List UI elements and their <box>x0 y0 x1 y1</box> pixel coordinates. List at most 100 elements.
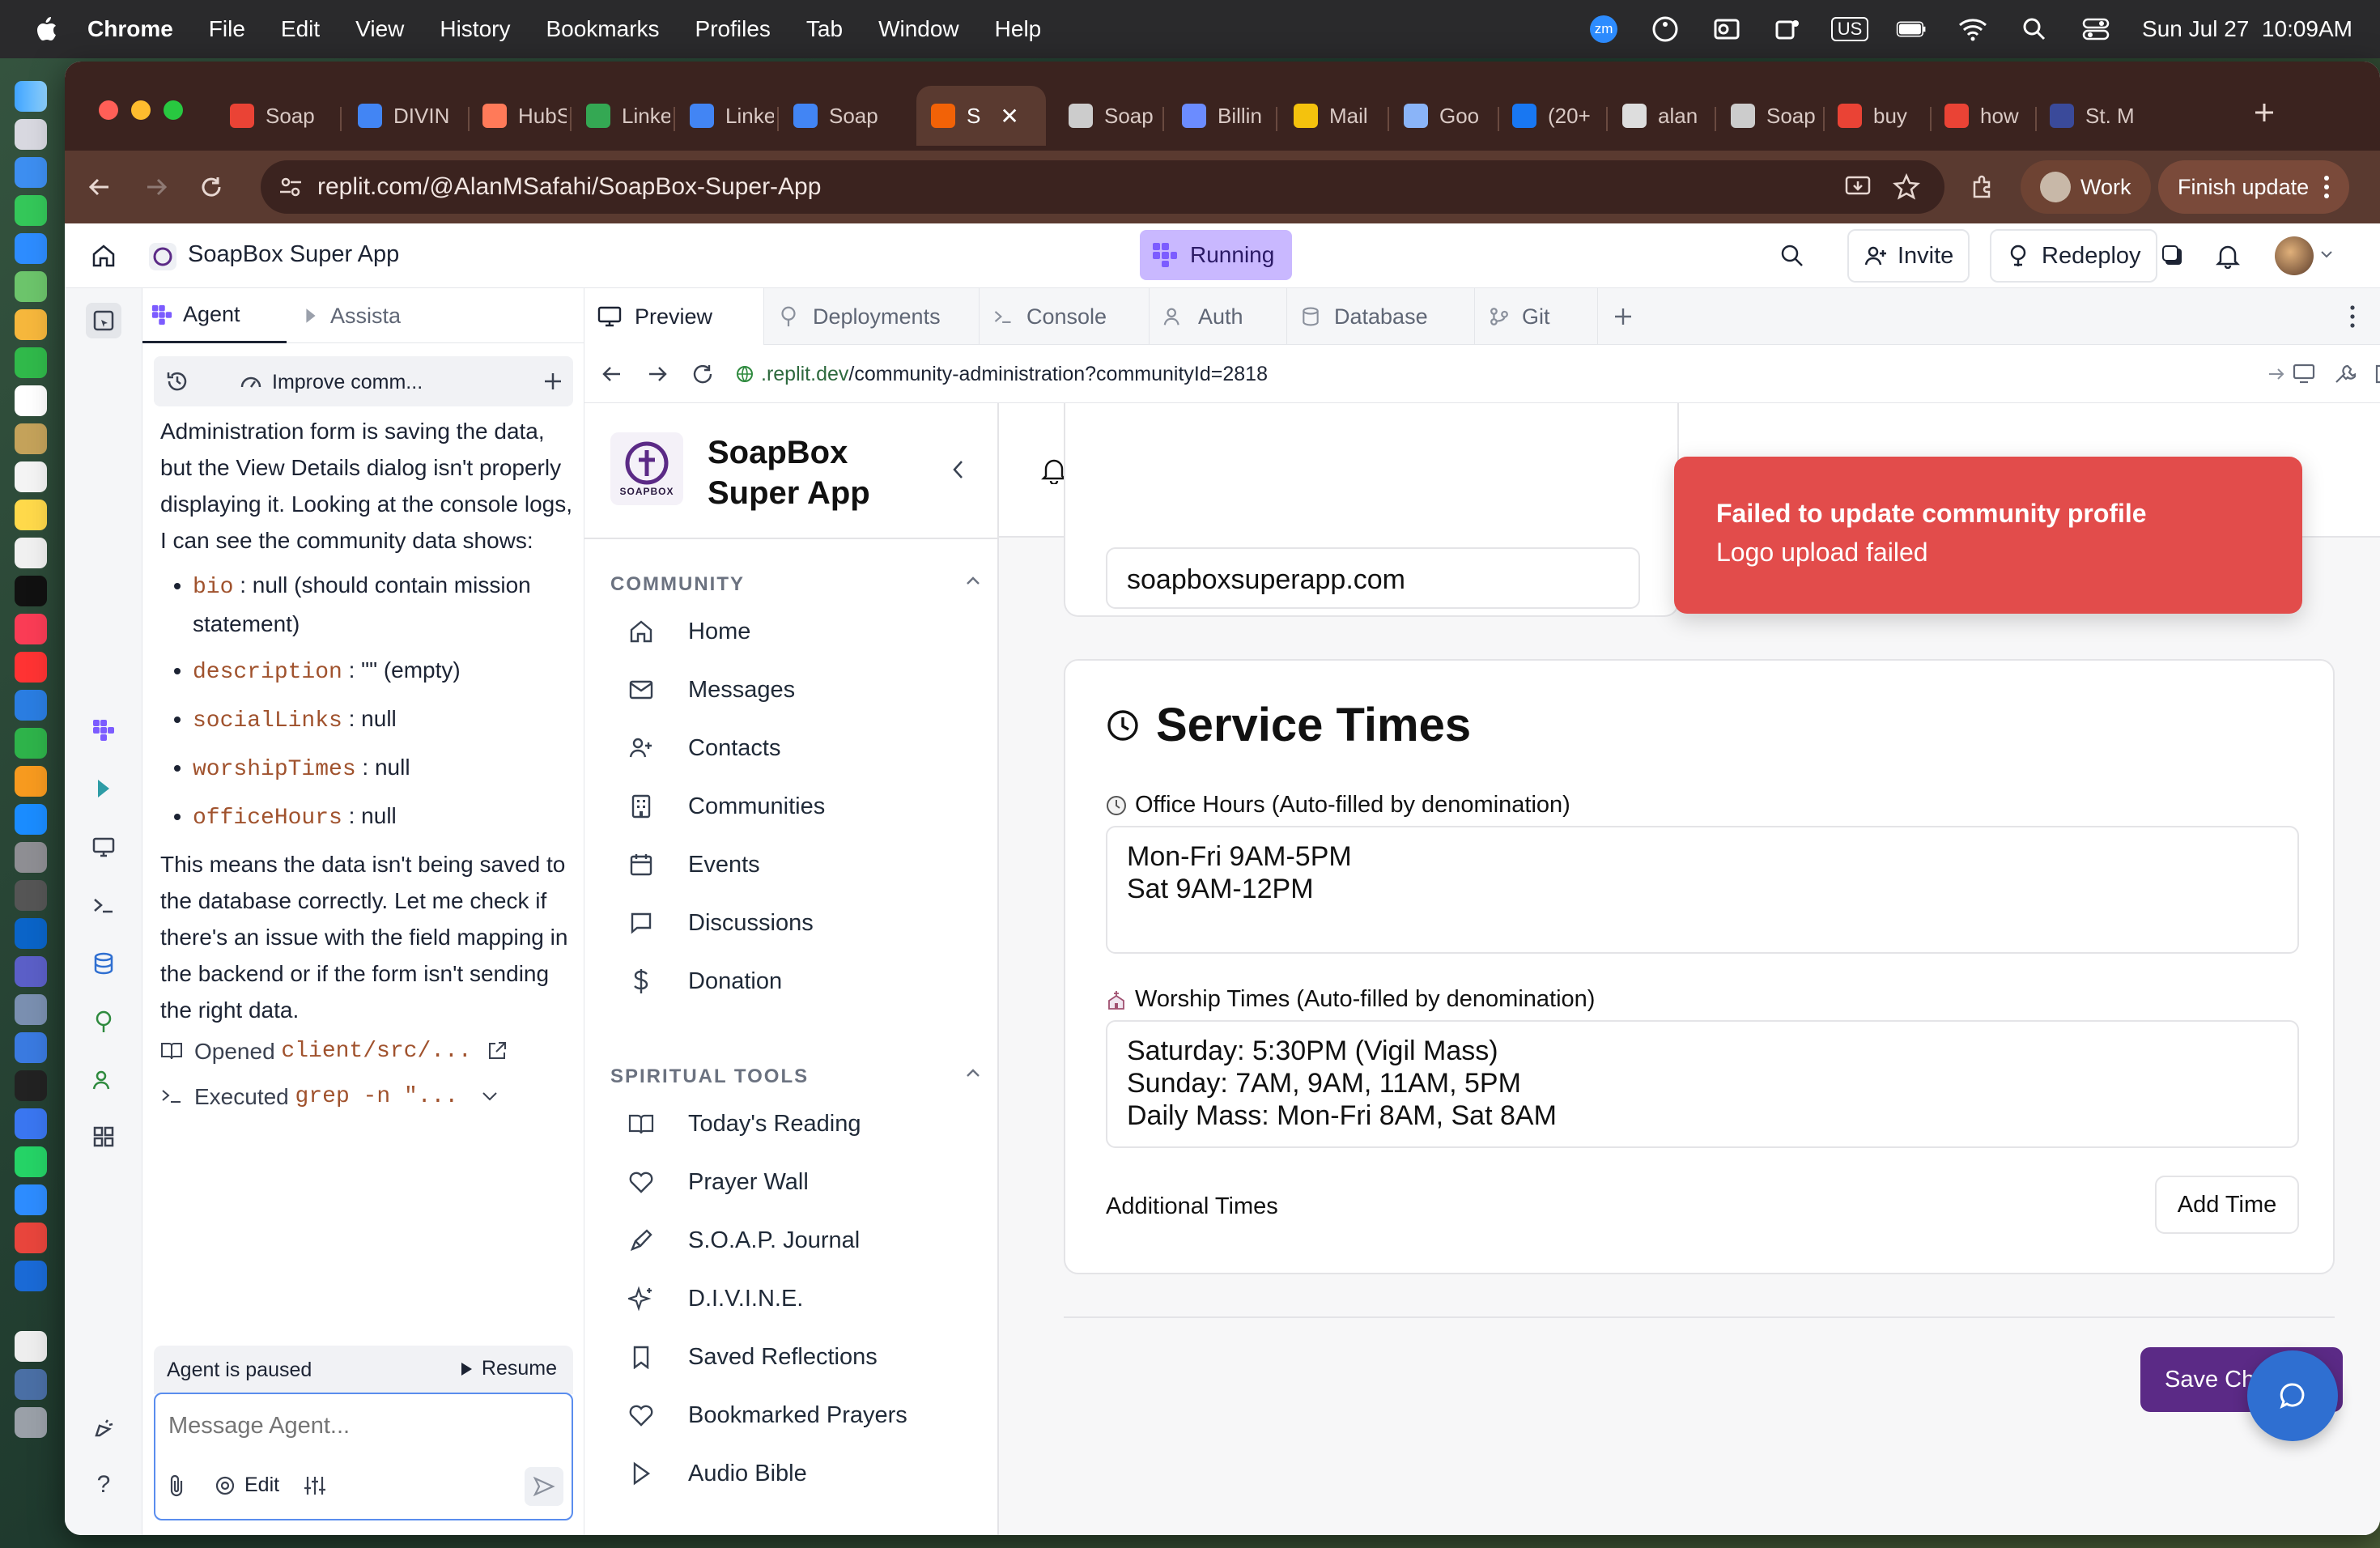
spiritual-tools-heading[interactable]: SPIRITUAL TOOLS <box>610 1065 809 1088</box>
all-tools-icon[interactable] <box>86 1119 121 1155</box>
minimize-window-button[interactable] <box>131 100 151 120</box>
tab-database[interactable]: Database <box>1287 288 1475 345</box>
battery-icon[interactable] <box>1896 14 1927 45</box>
pane-menu-icon[interactable] <box>2349 304 2356 329</box>
sidebar-item-saved-reflections[interactable]: Saved Reflections <box>627 1333 878 1381</box>
trash-icon[interactable] <box>15 1407 47 1438</box>
teams-icon[interactable] <box>15 956 47 987</box>
action-executed-command[interactable]: Executed grep -n "... <box>160 1074 573 1119</box>
preview-back-icon[interactable] <box>601 363 623 385</box>
signal-icon[interactable] <box>15 1108 47 1139</box>
browser-tab[interactable]: Soap <box>779 86 908 146</box>
sidebar-item-contacts[interactable]: Contacts <box>627 724 780 772</box>
reminders-icon[interactable] <box>15 461 47 492</box>
chat-fab-button[interactable] <box>2247 1350 2338 1441</box>
sidebar-item-todays-reading[interactable]: Today's Reading <box>627 1099 861 1148</box>
notes-app-icon[interactable] <box>15 423 47 454</box>
browser-tab[interactable]: HubS <box>468 86 567 146</box>
sidebar-item-home[interactable]: Home <box>627 607 750 656</box>
sidebar-item-prayer-wall[interactable]: Prayer Wall <box>627 1158 809 1206</box>
sidebar-item-events[interactable]: Events <box>627 840 760 889</box>
files-panel-icon[interactable] <box>86 303 121 338</box>
menu-history[interactable]: History <box>440 16 510 42</box>
database-rail-icon[interactable] <box>86 946 121 981</box>
menu-app-name[interactable]: Chrome <box>87 16 173 42</box>
message-agent-input[interactable] <box>168 1406 557 1446</box>
tab-preview[interactable]: Preview <box>584 288 764 345</box>
sidebar-item-divine[interactable]: D.I.V.I.N.E. <box>627 1274 803 1323</box>
xcode-icon[interactable] <box>15 1032 47 1063</box>
maximize-window-button[interactable] <box>164 100 183 120</box>
settings-sliders-icon[interactable] <box>303 1474 327 1498</box>
finder-icon[interactable] <box>15 81 47 112</box>
sidebar-item-audio-bible[interactable]: Audio Bible <box>627 1449 807 1498</box>
preview-reload-icon[interactable] <box>691 363 714 385</box>
expand-chevron-down-icon[interactable] <box>481 1091 499 1102</box>
notes-icon[interactable] <box>15 500 47 530</box>
profile-work-button[interactable]: Work <box>2021 160 2151 214</box>
assistant-rail-icon[interactable] <box>86 771 121 806</box>
zoom-app-icon[interactable] <box>15 1184 47 1215</box>
add-time-button[interactable]: Add Time <box>2155 1176 2299 1234</box>
run-status-button[interactable]: Running <box>1140 230 1292 280</box>
sidebar-item-discussions[interactable]: Discussions <box>627 899 814 947</box>
bookmark-star-icon[interactable] <box>1893 173 1920 201</box>
finish-update-button[interactable]: Finish update <box>2158 160 2350 214</box>
sidebar-item-soap-journal[interactable]: S.O.A.P. Journal <box>627 1216 860 1265</box>
avatar-chevron-down-icon[interactable] <box>2320 249 2333 259</box>
devices-icon[interactable] <box>2293 363 2317 385</box>
safari-icon[interactable] <box>15 157 47 188</box>
sidebar-item-communities[interactable]: Communities <box>627 782 825 831</box>
menu-file[interactable]: File <box>209 16 245 42</box>
news-icon[interactable] <box>15 652 47 683</box>
close-tab-icon[interactable]: ✕ <box>1000 103 1018 130</box>
music-icon[interactable] <box>15 614 47 644</box>
document-icon[interactable] <box>15 1331 47 1362</box>
browser-tab[interactable]: buy <box>1823 86 1927 146</box>
calendar-icon[interactable] <box>15 385 47 416</box>
multiplayer-icon[interactable] <box>2155 238 2191 274</box>
launchpad-icon[interactable] <box>15 119 47 150</box>
input-source-indicator[interactable]: US <box>1830 14 1869 45</box>
reload-icon[interactable] <box>193 168 230 206</box>
attach-icon[interactable] <box>167 1474 188 1498</box>
browser-tab[interactable]: Soap <box>1716 86 1820 146</box>
action-opened-file[interactable]: Opened client/src/... <box>160 1028 573 1074</box>
redeploy-button[interactable]: Redeploy <box>1990 229 2157 283</box>
edit-mode-button[interactable]: Edit <box>214 1474 279 1497</box>
search-icon[interactable] <box>1774 238 1810 274</box>
menu-help[interactable]: Help <box>995 16 1042 42</box>
teams-status-icon[interactable] <box>1773 14 1804 45</box>
sidebar-item-donation[interactable]: Donation <box>627 957 782 1006</box>
console-rail-icon[interactable] <box>86 887 121 923</box>
browser-tab[interactable]: Billin <box>1167 86 1273 146</box>
browser-tab[interactable]: St. M <box>2035 86 2139 146</box>
whatsapp-icon[interactable] <box>15 1146 47 1177</box>
chrome-icon[interactable] <box>15 1223 47 1253</box>
freeform-icon[interactable] <box>15 538 47 568</box>
outlook-icon[interactable] <box>15 918 47 949</box>
browser-tab[interactable]: DIVIN <box>343 86 465 146</box>
agent-rail-icon[interactable] <box>86 712 121 748</box>
1password-icon[interactable] <box>15 1261 47 1291</box>
tab-auth[interactable]: Auth <box>1150 288 1287 345</box>
open-new-tab-icon[interactable] <box>2374 363 2380 385</box>
auth-rail-icon[interactable] <box>86 1062 121 1098</box>
website-input[interactable]: soapboxsuperapp.com <box>1106 547 1640 609</box>
preview-app-icon[interactable] <box>15 994 47 1025</box>
new-tab-icon[interactable] <box>2250 99 2278 126</box>
preview-url-field[interactable]: .replit.dev /community-administration?co… <box>730 353 2293 395</box>
office-hours-textarea[interactable]: Mon-Fri 9AM-5PM Sat 9AM-12PM <box>1106 826 2299 954</box>
tab-git[interactable]: Git <box>1475 288 1598 345</box>
control-center-icon[interactable] <box>2080 14 2111 45</box>
notifications-bell-icon[interactable] <box>2210 238 2246 274</box>
deployments-rail-icon[interactable] <box>86 1004 121 1040</box>
browser-tab[interactable]: Soap <box>215 86 337 146</box>
browser-tab[interactable]: Linke <box>675 86 774 146</box>
tab-active-replit[interactable]: S ✕ <box>916 86 1046 146</box>
facetime-icon[interactable] <box>15 347 47 378</box>
extensions-icon[interactable] <box>1964 168 2001 206</box>
invite-button[interactable]: Invite <box>1847 229 1970 283</box>
browser-tab[interactable]: Mail <box>1279 86 1384 146</box>
tab-assistant[interactable]: Assista <box>301 288 405 343</box>
